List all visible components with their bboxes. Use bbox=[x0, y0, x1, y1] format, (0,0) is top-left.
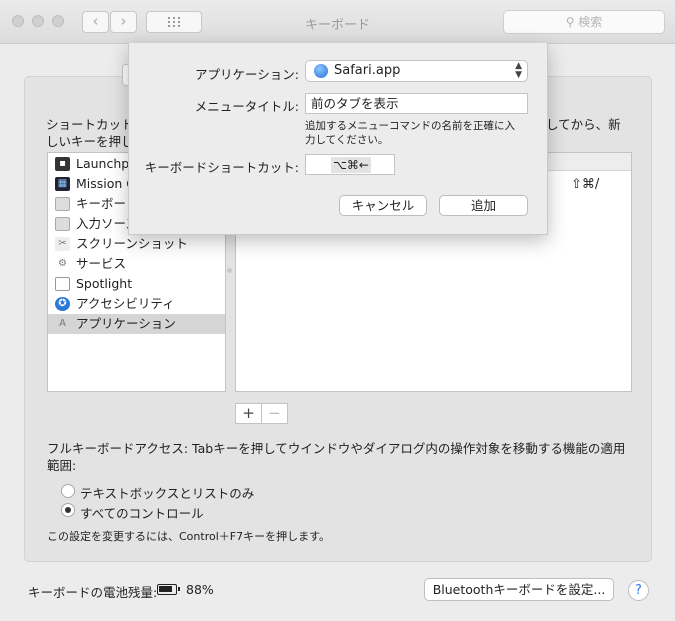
accessibility-icon: ✪ bbox=[55, 297, 70, 311]
battery-label: キーボードの電池残量: bbox=[28, 585, 158, 600]
search-field[interactable]: ⚲ 検索 bbox=[503, 10, 665, 34]
category-label: スクリーンショット bbox=[76, 236, 188, 251]
category-item[interactable]: Spotlight bbox=[48, 274, 225, 294]
search-placeholder: 検索 bbox=[578, 15, 603, 29]
safari-icon bbox=[314, 64, 328, 78]
keyboard-shortcut-label: キーボードショートカット: bbox=[144, 160, 299, 175]
category-item[interactable]: ⚙ サービス bbox=[48, 254, 225, 274]
menu-title-input[interactable]: 前のタブを表示 bbox=[305, 93, 528, 114]
add-shortcut-sheet: アプリケーション: Safari.app ▲ ▼ メニュータイトル: 前のタブを表… bbox=[128, 43, 548, 235]
category-label: Spotlight bbox=[76, 276, 133, 291]
shortcut-keys-value: ⇧⌘/ bbox=[571, 177, 600, 192]
menu-title-hint: 追加するメニューコマンドの名前を正確に入力してください。 bbox=[305, 120, 515, 146]
applications-icon: A bbox=[59, 318, 66, 329]
category-item[interactable]: ✪ アクセシビリティ bbox=[48, 294, 225, 314]
shortcut-token: ⌥⌘← bbox=[331, 157, 371, 173]
title-bar: ‹ › キーボード ⚲ 検索 bbox=[0, 0, 675, 44]
control-f7-note: この設定を変更するには、Control＋F7キーを押します。 bbox=[47, 530, 330, 543]
keyboard-shortcut-field[interactable]: ⌥⌘← bbox=[305, 154, 395, 175]
battery-percent: 88% bbox=[186, 582, 214, 597]
application-select[interactable]: Safari.app ▲ ▼ bbox=[305, 60, 528, 82]
screenshot-icon: ✂ bbox=[55, 237, 70, 251]
battery-icon bbox=[157, 584, 180, 595]
application-label: アプリケーション: bbox=[195, 67, 299, 82]
remove-shortcut-button[interactable]: − bbox=[262, 404, 287, 423]
keyboard-icon bbox=[55, 197, 70, 211]
category-item[interactable]: A アプリケーション bbox=[48, 314, 225, 334]
chevron-updown-icon: ▲ ▼ bbox=[515, 61, 522, 80]
radio-all-controls[interactable] bbox=[61, 503, 75, 517]
help-button[interactable]: ? bbox=[628, 580, 649, 601]
shortcut-description-tail: してから、新 bbox=[546, 117, 621, 132]
full-keyboard-access-label: フルキーボードアクセス: Tabキーを押してウインドウやダイアログ内の操作対象を… bbox=[47, 441, 626, 473]
setup-bluetooth-keyboard-button[interactable]: Bluetoothキーボードを設定... bbox=[424, 578, 614, 601]
search-icon: ⚲ bbox=[565, 15, 579, 29]
radio-textboxes-lists[interactable] bbox=[61, 484, 75, 498]
application-value: Safari.app bbox=[334, 63, 401, 78]
cancel-button[interactable]: キャンセル bbox=[339, 195, 427, 216]
add-remove-control: + − bbox=[235, 403, 288, 424]
split-view-handle[interactable] bbox=[227, 268, 232, 273]
launchpad-icon: ▪ bbox=[55, 157, 70, 171]
input-sources-icon bbox=[55, 217, 70, 231]
services-gear-icon: ⚙ bbox=[58, 258, 67, 269]
category-label: サービス bbox=[76, 256, 127, 271]
category-label: アプリケーション bbox=[76, 316, 176, 331]
add-button[interactable]: 追加 bbox=[439, 195, 528, 216]
spotlight-icon bbox=[55, 277, 70, 291]
mission-control-icon: ▦ bbox=[55, 177, 70, 191]
add-shortcut-button[interactable]: + bbox=[236, 404, 262, 423]
category-label: アクセシビリティ bbox=[76, 296, 175, 311]
radio-label-textboxes-lists: テキストボックスとリストのみ bbox=[80, 486, 255, 501]
radio-label-all-controls: すべてのコントロール bbox=[80, 506, 204, 521]
category-item[interactable]: ✂ スクリーンショット bbox=[48, 234, 225, 254]
menu-title-label: メニュータイトル: bbox=[194, 99, 299, 114]
